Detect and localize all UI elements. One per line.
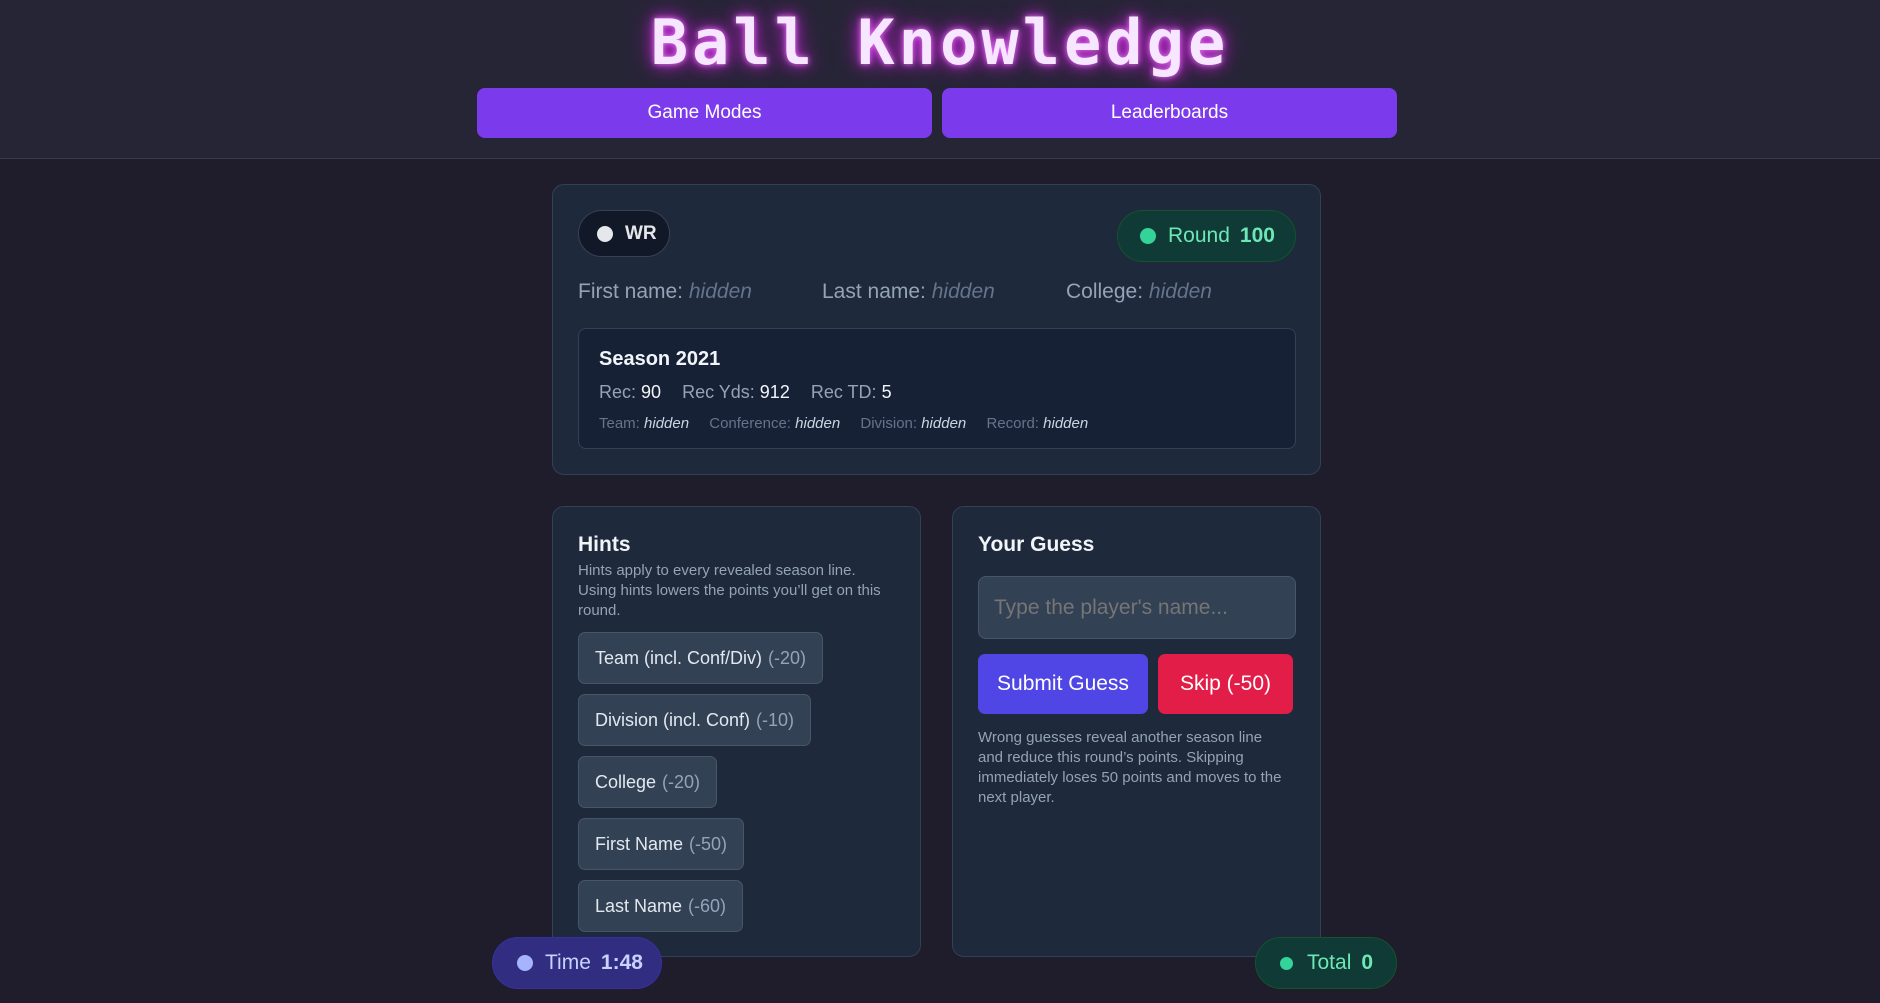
college-value: hidden	[1148, 280, 1212, 303]
hint-division-button[interactable]: Division (incl. Conf) (-10)	[578, 694, 812, 746]
position-dot-icon	[597, 225, 613, 242]
hint-division-label: Division (incl. Conf)	[595, 709, 751, 730]
hint-team-label: Team (incl. Conf/Div)	[595, 647, 763, 668]
hint-last-name-cost: (-60)	[688, 895, 727, 916]
hint-college-cost: (-20)	[662, 771, 701, 792]
hint-team-cost: (-20)	[768, 647, 807, 668]
meta-team-label: Team:	[599, 415, 640, 432]
total-value: 0	[1361, 951, 1374, 974]
stat-rec-label: Rec:	[599, 382, 637, 402]
hint-college-button[interactable]: College (-20)	[578, 756, 718, 808]
last-name-label: Last name:	[822, 280, 926, 303]
season-line: Season 2021 Rec: 90 Rec Yds: 912 Rec TD:…	[578, 328, 1296, 449]
season-title: Season 2021	[599, 348, 721, 370]
round-badge: Round 100	[1117, 210, 1296, 262]
guess-title: Your Guess	[978, 533, 1095, 556]
college-field: College: hidden	[1066, 280, 1212, 304]
meta-conference-label: Conference:	[709, 415, 791, 432]
top-bar: Ball Knowledge Game Modes Leaderboards	[0, 0, 1880, 159]
meta-team-value: hidden	[644, 415, 690, 432]
hint-team-button[interactable]: Team (incl. Conf/Div) (-20)	[578, 632, 824, 684]
stat-rec-td-label: Rec TD:	[810, 382, 877, 402]
first-name-field: First name: hidden	[578, 280, 752, 304]
round-value: 100	[1239, 224, 1275, 247]
college-label: College:	[1066, 280, 1144, 303]
hint-division-cost: (-10)	[756, 709, 795, 730]
leaderboards-button[interactable]: Leaderboards	[942, 88, 1397, 138]
guess-note: Wrong guesses reveal another season line…	[978, 729, 1282, 806]
game-modes-button[interactable]: Game Modes	[477, 88, 932, 138]
hint-first-name-cost: (-50)	[689, 833, 728, 854]
hints-title: Hints	[578, 533, 631, 556]
timer-dot-icon	[517, 955, 533, 971]
meta-division-value: hidden	[921, 415, 967, 432]
player-name-input[interactable]	[978, 576, 1296, 639]
timer-value: 1:48	[600, 951, 643, 974]
meta-record-label: Record:	[986, 415, 1039, 432]
total-dot-icon	[1280, 956, 1293, 970]
hint-last-name-button[interactable]: Last Name (-60)	[578, 880, 744, 932]
first-name-label: First name:	[578, 280, 684, 303]
skip-button[interactable]: Skip (-50)	[1158, 654, 1293, 714]
stat-rec-yds-label: Rec Yds:	[682, 382, 755, 402]
hint-first-name-button[interactable]: First Name (-50)	[578, 818, 745, 870]
meta-conference-value: hidden	[795, 415, 841, 432]
stat-rec-value: 90	[641, 382, 662, 402]
hints-description: Hints apply to every revealed season lin…	[578, 562, 881, 619]
last-name-value: hidden	[931, 280, 995, 303]
season-stats: Rec: 90 Rec Yds: 912 Rec TD: 5	[599, 382, 892, 403]
hint-college-label: College	[595, 771, 657, 792]
last-name-field: Last name: hidden	[822, 280, 995, 304]
position-badge: WR	[578, 210, 670, 257]
meta-record-value: hidden	[1043, 415, 1089, 432]
total-badge: Total 0	[1255, 937, 1397, 989]
round-dot-icon	[1140, 228, 1156, 244]
position-label: WR	[625, 222, 657, 244]
hint-last-name-label: Last Name	[595, 895, 683, 916]
round-label: Round	[1168, 224, 1230, 247]
first-name-value: hidden	[688, 280, 752, 303]
season-meta: Team: hidden Conference: hidden Division…	[599, 415, 1088, 432]
stat-rec-yds-value: 912	[759, 382, 790, 402]
total-label: Total	[1307, 951, 1352, 974]
timer-badge: Time 1:48	[492, 937, 662, 989]
meta-division-label: Division:	[860, 415, 918, 432]
timer-label: Time	[545, 951, 591, 974]
submit-guess-button[interactable]: Submit Guess	[978, 654, 1148, 714]
hint-first-name-label: First Name	[595, 833, 684, 854]
stat-rec-td-value: 5	[881, 382, 892, 402]
app-logo: Ball Knowledge	[650, 6, 1230, 79]
